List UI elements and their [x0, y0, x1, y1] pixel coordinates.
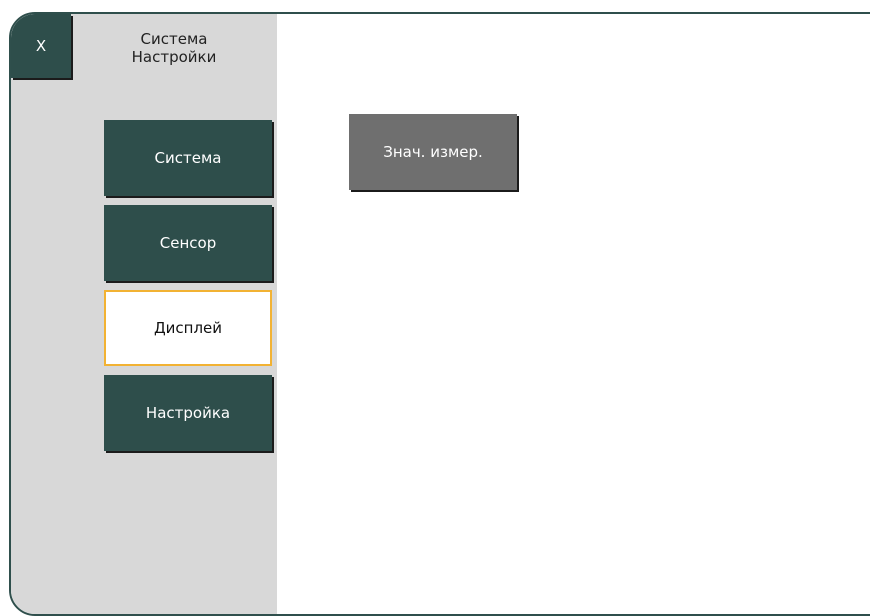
sidebar-item-label: Система: [154, 149, 222, 167]
settings-window: X Система Настройки Система Сенсор Диспл…: [9, 12, 870, 616]
sidebar: X Система Настройки Система Сенсор Диспл…: [11, 14, 277, 614]
sidebar-item-system[interactable]: Система: [104, 120, 272, 196]
sidebar-item-display[interactable]: Дисплей: [104, 290, 272, 366]
sidebar-item-sensor[interactable]: Сенсор: [104, 205, 272, 281]
sidebar-item-label: Дисплей: [153, 319, 223, 337]
measured-values-label: Знач. измер.: [383, 143, 483, 161]
page-title-line-1: Система: [140, 30, 208, 48]
page-title: Система Настройки: [71, 30, 277, 66]
close-button[interactable]: X: [11, 14, 71, 78]
sidebar-item-label: Настройка: [145, 404, 231, 422]
page-title-line-2: Настройки: [131, 48, 217, 66]
sidebar-item-label: Сенсор: [159, 234, 217, 252]
sidebar-item-setup[interactable]: Настройка: [104, 375, 272, 451]
close-icon: X: [35, 37, 47, 55]
measured-values-button[interactable]: Знач. измер.: [349, 114, 517, 190]
